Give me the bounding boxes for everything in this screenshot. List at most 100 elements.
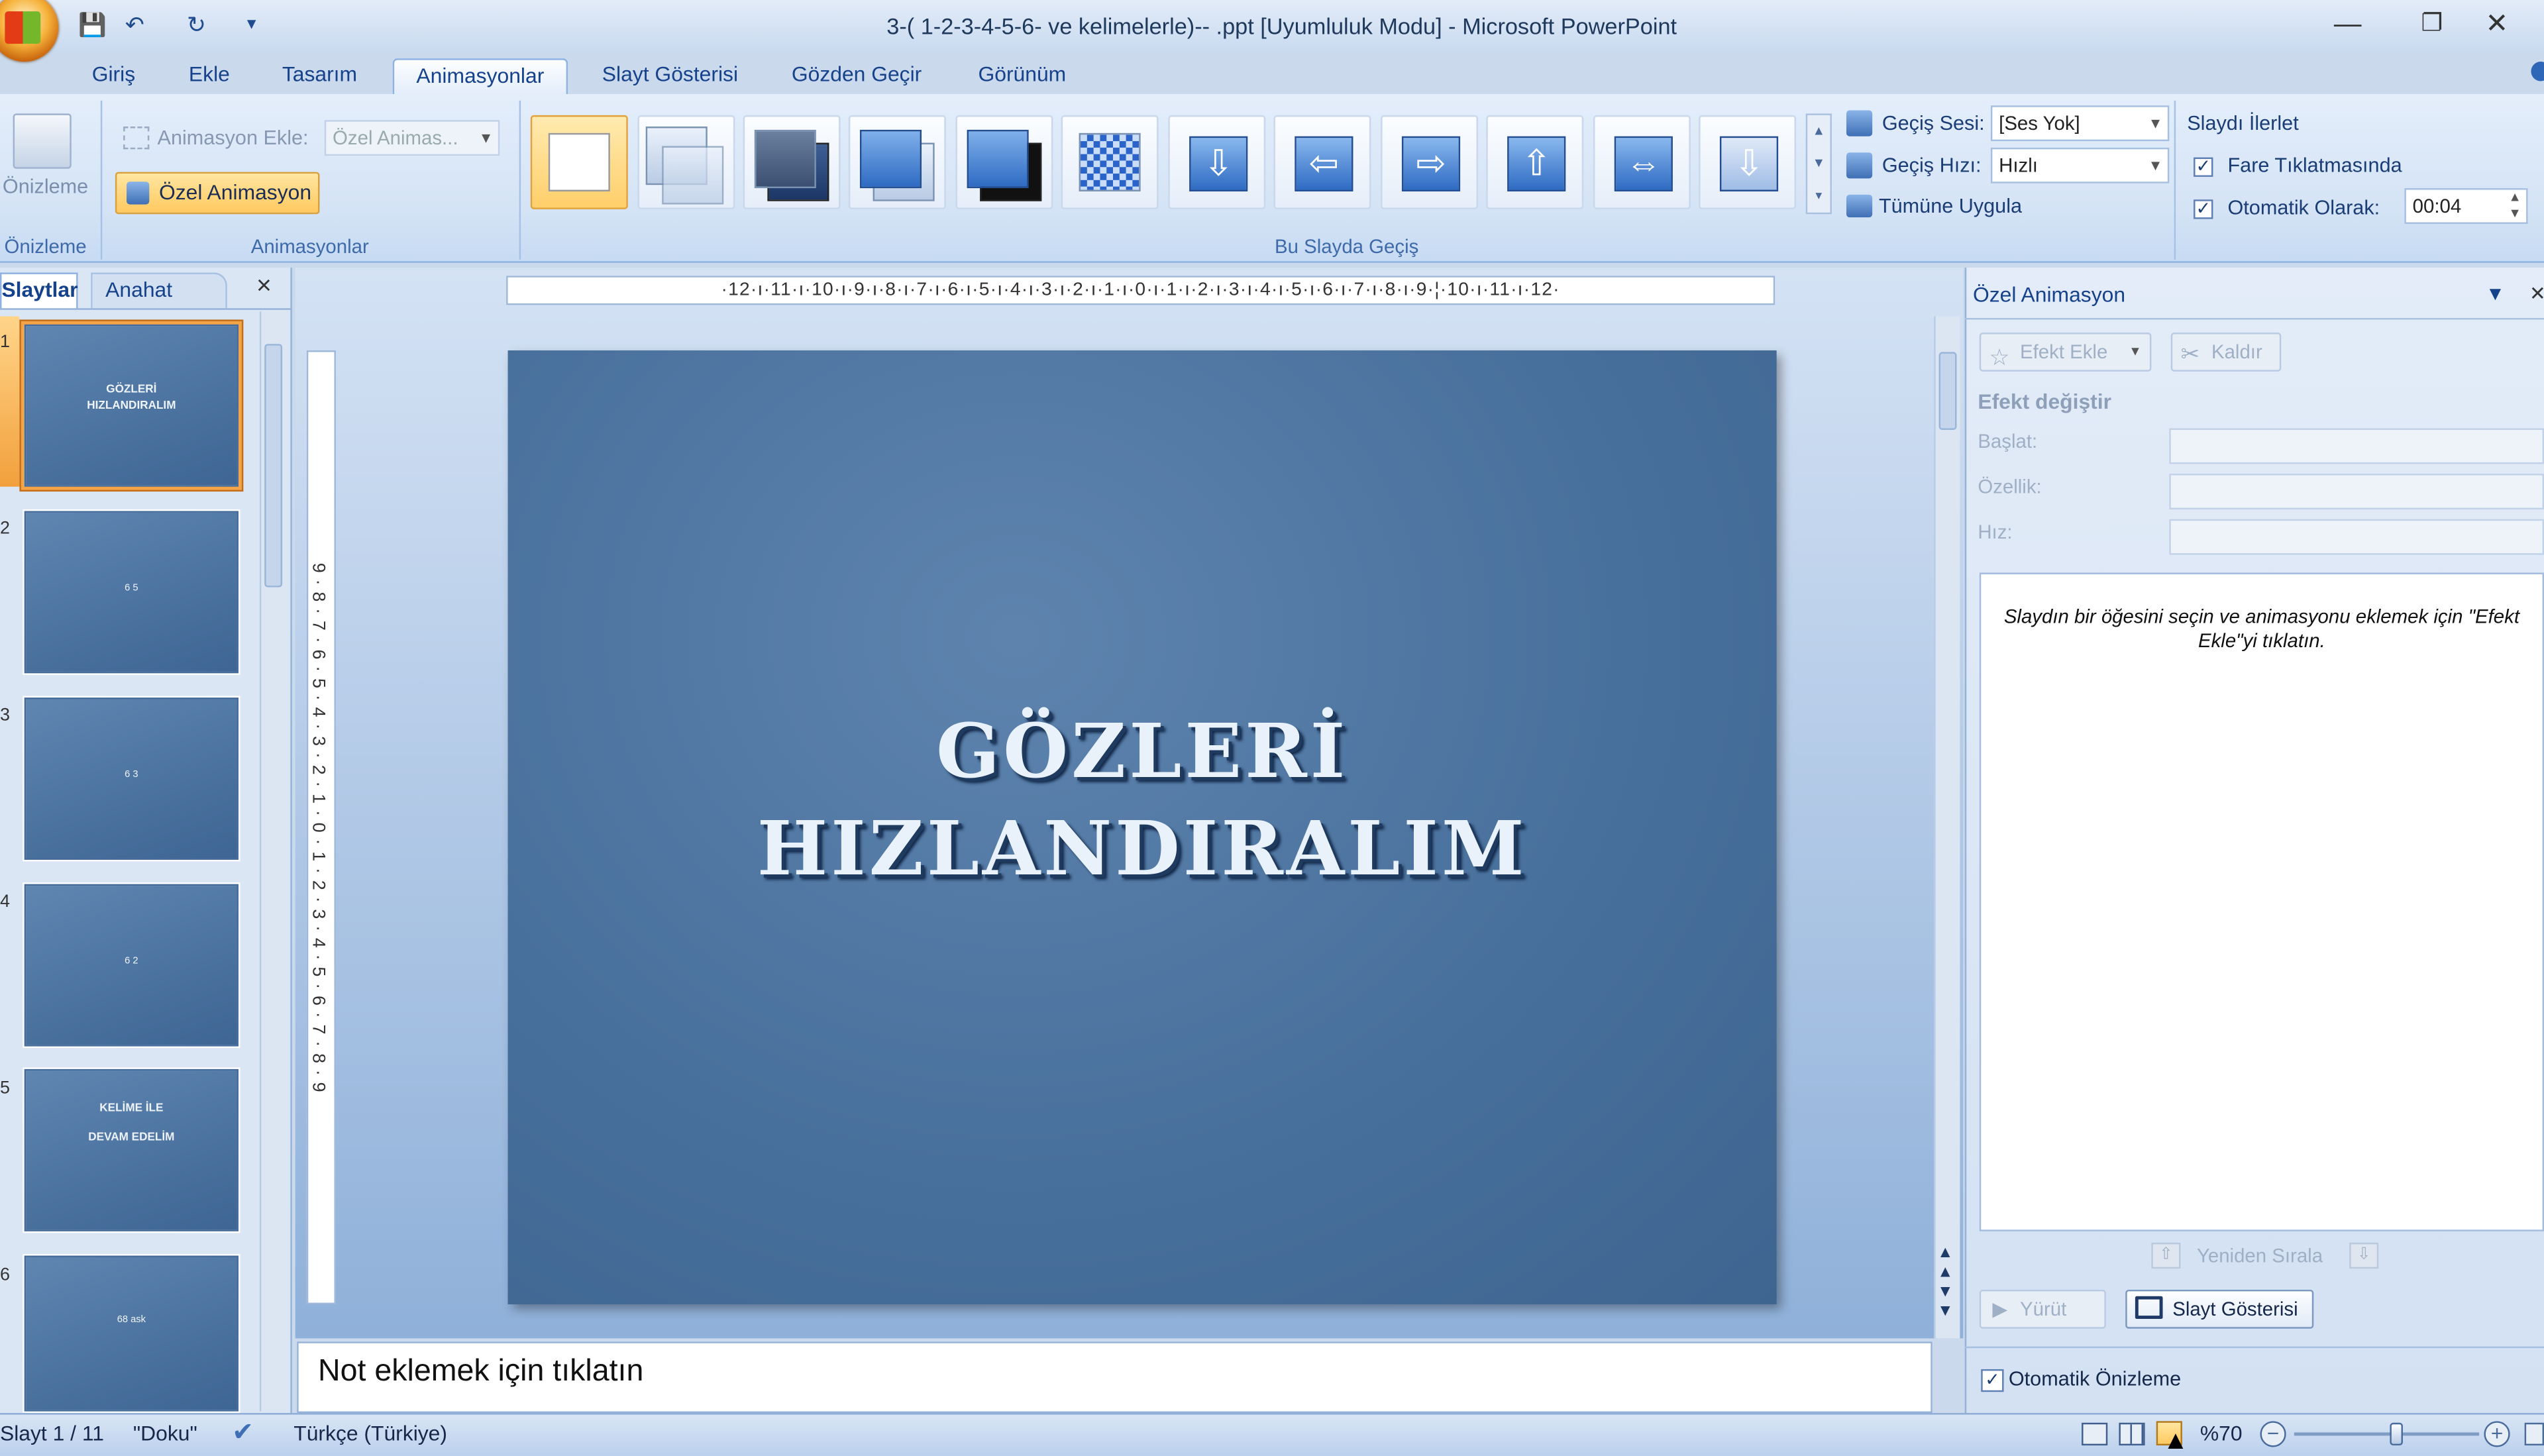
slide-canvas[interactable]: GÖZLERİ HIZLANDIRALIM: [507, 350, 1777, 1304]
group-label-animations: Animasyonlar: [250, 235, 369, 258]
property-dropdown[interactable]: [2169, 474, 2544, 509]
transition-fade-black[interactable]: [743, 115, 841, 209]
transition-wipe-right[interactable]: ⇨: [1381, 115, 1479, 209]
notes-pane[interactable]: Not eklemek için tıklatın: [297, 1341, 1933, 1414]
undo-icon[interactable]: ↶: [120, 10, 149, 39]
zoom-slider[interactable]: [2294, 1422, 2480, 1446]
zoom-slider-thumb[interactable]: [2389, 1422, 2403, 1446]
transition-wipe-up[interactable]: ⇧: [1486, 115, 1584, 209]
minimize-button[interactable]: —: [2310, 7, 2385, 42]
transition-wipe-down[interactable]: ⇩: [1168, 115, 1266, 209]
zoom-in-icon[interactable]: +: [2484, 1421, 2510, 1447]
split-arrows-icon: ⇔: [1614, 136, 1673, 191]
thumbnail-text: GÖZLERİ: [106, 384, 157, 396]
preview-button-label[interactable]: Önizleme: [0, 175, 91, 197]
office-logo-icon: [5, 11, 41, 44]
transition-speed-dropdown[interactable]: Hızlı ▼: [1990, 147, 2170, 183]
prev-next-slide-icon[interactable]: ▲ ▲ ▼ ▼: [1937, 1244, 1953, 1322]
tab-slides[interactable]: Slaytlar: [0, 272, 78, 309]
restore-button[interactable]: ❐: [2395, 7, 2470, 42]
slide-thumbnail-3[interactable]: 6 3: [24, 698, 239, 860]
slide-number: 5: [0, 1078, 11, 1098]
slide-sorter-view-icon[interactable]: [2119, 1422, 2145, 1446]
gallery-scroll[interactable]: ▲ ▼ ▾: [1805, 113, 1832, 215]
slide-thumbnail-6[interactable]: 68 ask: [24, 1255, 239, 1412]
auto-advance-time-input[interactable]: 00:04 ▲ ▼: [2404, 188, 2528, 224]
transition-sound-dropdown[interactable]: [Ses Yok] ▼: [1990, 105, 2170, 142]
tab-animasyonlar[interactable]: Animasyonlar: [392, 58, 568, 95]
transition-cut[interactable]: [848, 115, 946, 209]
spinner-icon[interactable]: ▲ ▼: [2508, 190, 2521, 223]
transition-dissolve[interactable]: [1061, 115, 1159, 209]
slide-thumbnail-1[interactable]: GÖZLERİ HIZLANDIRALIM: [24, 324, 239, 487]
zoom-out-icon[interactable]: −: [2260, 1421, 2286, 1447]
slide-thumbnail-5[interactable]: KELİME İLE DEVAM EDELİM: [24, 1068, 239, 1231]
star-icon: ☆: [1989, 344, 2010, 370]
tab-outline[interactable]: Anahat: [91, 272, 227, 309]
thumbnail-text: DEVAM EDELİM: [88, 1132, 175, 1144]
pane-menu-icon[interactable]: ▼: [2486, 282, 2505, 305]
slide-title-line-1[interactable]: GÖZLERİ: [508, 707, 1777, 795]
normal-view-icon[interactable]: [2082, 1422, 2108, 1446]
transition-uncover-down[interactable]: ⇩: [1699, 115, 1797, 209]
reorder-label: Yeniden Sırala: [2196, 1244, 2323, 1267]
scroll-thumb[interactable]: [1938, 352, 1957, 430]
redo-icon[interactable]: ↻: [182, 10, 211, 39]
close-button[interactable]: ✕: [2460, 7, 2535, 42]
scroll-thumb[interactable]: [264, 344, 283, 588]
transition-split[interactable]: ⇔: [1593, 115, 1691, 209]
zoom-level[interactable]: %70: [2200, 1421, 2243, 1445]
office-button[interactable]: [0, 0, 59, 62]
transition-fade-smooth[interactable]: [637, 115, 735, 209]
tab-ekle[interactable]: Ekle: [175, 58, 243, 94]
speed-dropdown[interactable]: [2169, 519, 2544, 555]
transition-none[interactable]: [530, 115, 628, 209]
auto-advance-time-value: 00:04: [2412, 194, 2462, 218]
preview-icon[interactable]: [13, 113, 72, 169]
close-pane-icon[interactable]: ×: [256, 272, 272, 301]
apply-all-icon: [1846, 194, 1873, 218]
tab-gozden-gecir[interactable]: Gözden Geçir: [776, 58, 938, 94]
customize-qat-icon[interactable]: ▾: [237, 10, 266, 39]
slide-thumbnail-4[interactable]: 6 2: [24, 884, 239, 1047]
start-label: Başlat:: [1978, 429, 2038, 453]
custom-animation-button[interactable]: Özel Animasyon: [115, 172, 320, 215]
slide-thumbnail-2[interactable]: 6 5: [24, 511, 239, 674]
animation-list[interactable]: Slaydın bir öğesini seçin ve animasyonu …: [1979, 572, 2544, 1231]
slideshow-button[interactable]: Slayt Gösterisi: [2125, 1289, 2314, 1329]
remove-button[interactable]: ✂ Kaldır: [2170, 333, 2282, 372]
tab-slayt-gosterisi[interactable]: Slayt Gösterisi: [588, 58, 753, 94]
thumbnail-text: HIZLANDIRALIM: [87, 400, 176, 413]
autopreview-checkbox[interactable]: ✓: [1981, 1366, 2004, 1395]
slides-scrollbar[interactable]: [259, 311, 286, 1412]
editor-scrollbar[interactable]: ▲ ▲ ▼ ▼: [1934, 316, 1960, 1339]
theme-name[interactable]: "Doku": [133, 1421, 197, 1445]
transition-wipe-left[interactable]: ⇦: [1273, 115, 1371, 209]
tab-giris[interactable]: Giriş: [78, 58, 150, 94]
fit-to-window-icon[interactable]: [2524, 1422, 2544, 1446]
arrow-left-icon: ⇦: [1295, 136, 1353, 191]
chevron-down-icon: ▼: [478, 129, 494, 146]
on-click-checkbox[interactable]: ✓: [2194, 152, 2213, 182]
add-animation-dropdown[interactable]: Özel Animas... ▼: [324, 120, 500, 156]
tab-gorunum[interactable]: Görünüm: [961, 58, 1084, 94]
spellcheck-icon[interactable]: ✔: [232, 1416, 254, 1449]
start-dropdown[interactable]: [2169, 428, 2544, 464]
sound-icon: [1846, 110, 1873, 136]
help-icon[interactable]: [2531, 62, 2544, 81]
apply-to-all-button[interactable]: Tümüne Uygula: [1879, 195, 2022, 217]
play-button[interactable]: ▶ Yürüt: [1979, 1289, 2106, 1329]
language-indicator[interactable]: Türkçe (Türkiye): [293, 1421, 447, 1445]
move-down-icon[interactable]: ⇩: [2349, 1242, 2379, 1269]
tab-tasarim[interactable]: Tasarım: [270, 58, 370, 94]
transition-sound-label: Geçiş Sesi:: [1882, 111, 1985, 135]
transition-cut-black[interactable]: [955, 115, 1053, 209]
auto-advance-checkbox[interactable]: ✓: [2194, 195, 2213, 224]
play-icon: ▶: [1992, 1298, 2007, 1321]
slide-title-line-2[interactable]: HIZLANDIRALIM: [508, 805, 1777, 892]
add-effect-button[interactable]: ☆ Efekt Ekle ▼: [1979, 333, 2152, 372]
move-up-icon[interactable]: ⇧: [2151, 1242, 2181, 1269]
save-icon[interactable]: 💾: [78, 10, 107, 39]
checkmark-icon: ✓: [2194, 199, 2213, 219]
pane-close-icon[interactable]: ✕: [2529, 282, 2544, 305]
